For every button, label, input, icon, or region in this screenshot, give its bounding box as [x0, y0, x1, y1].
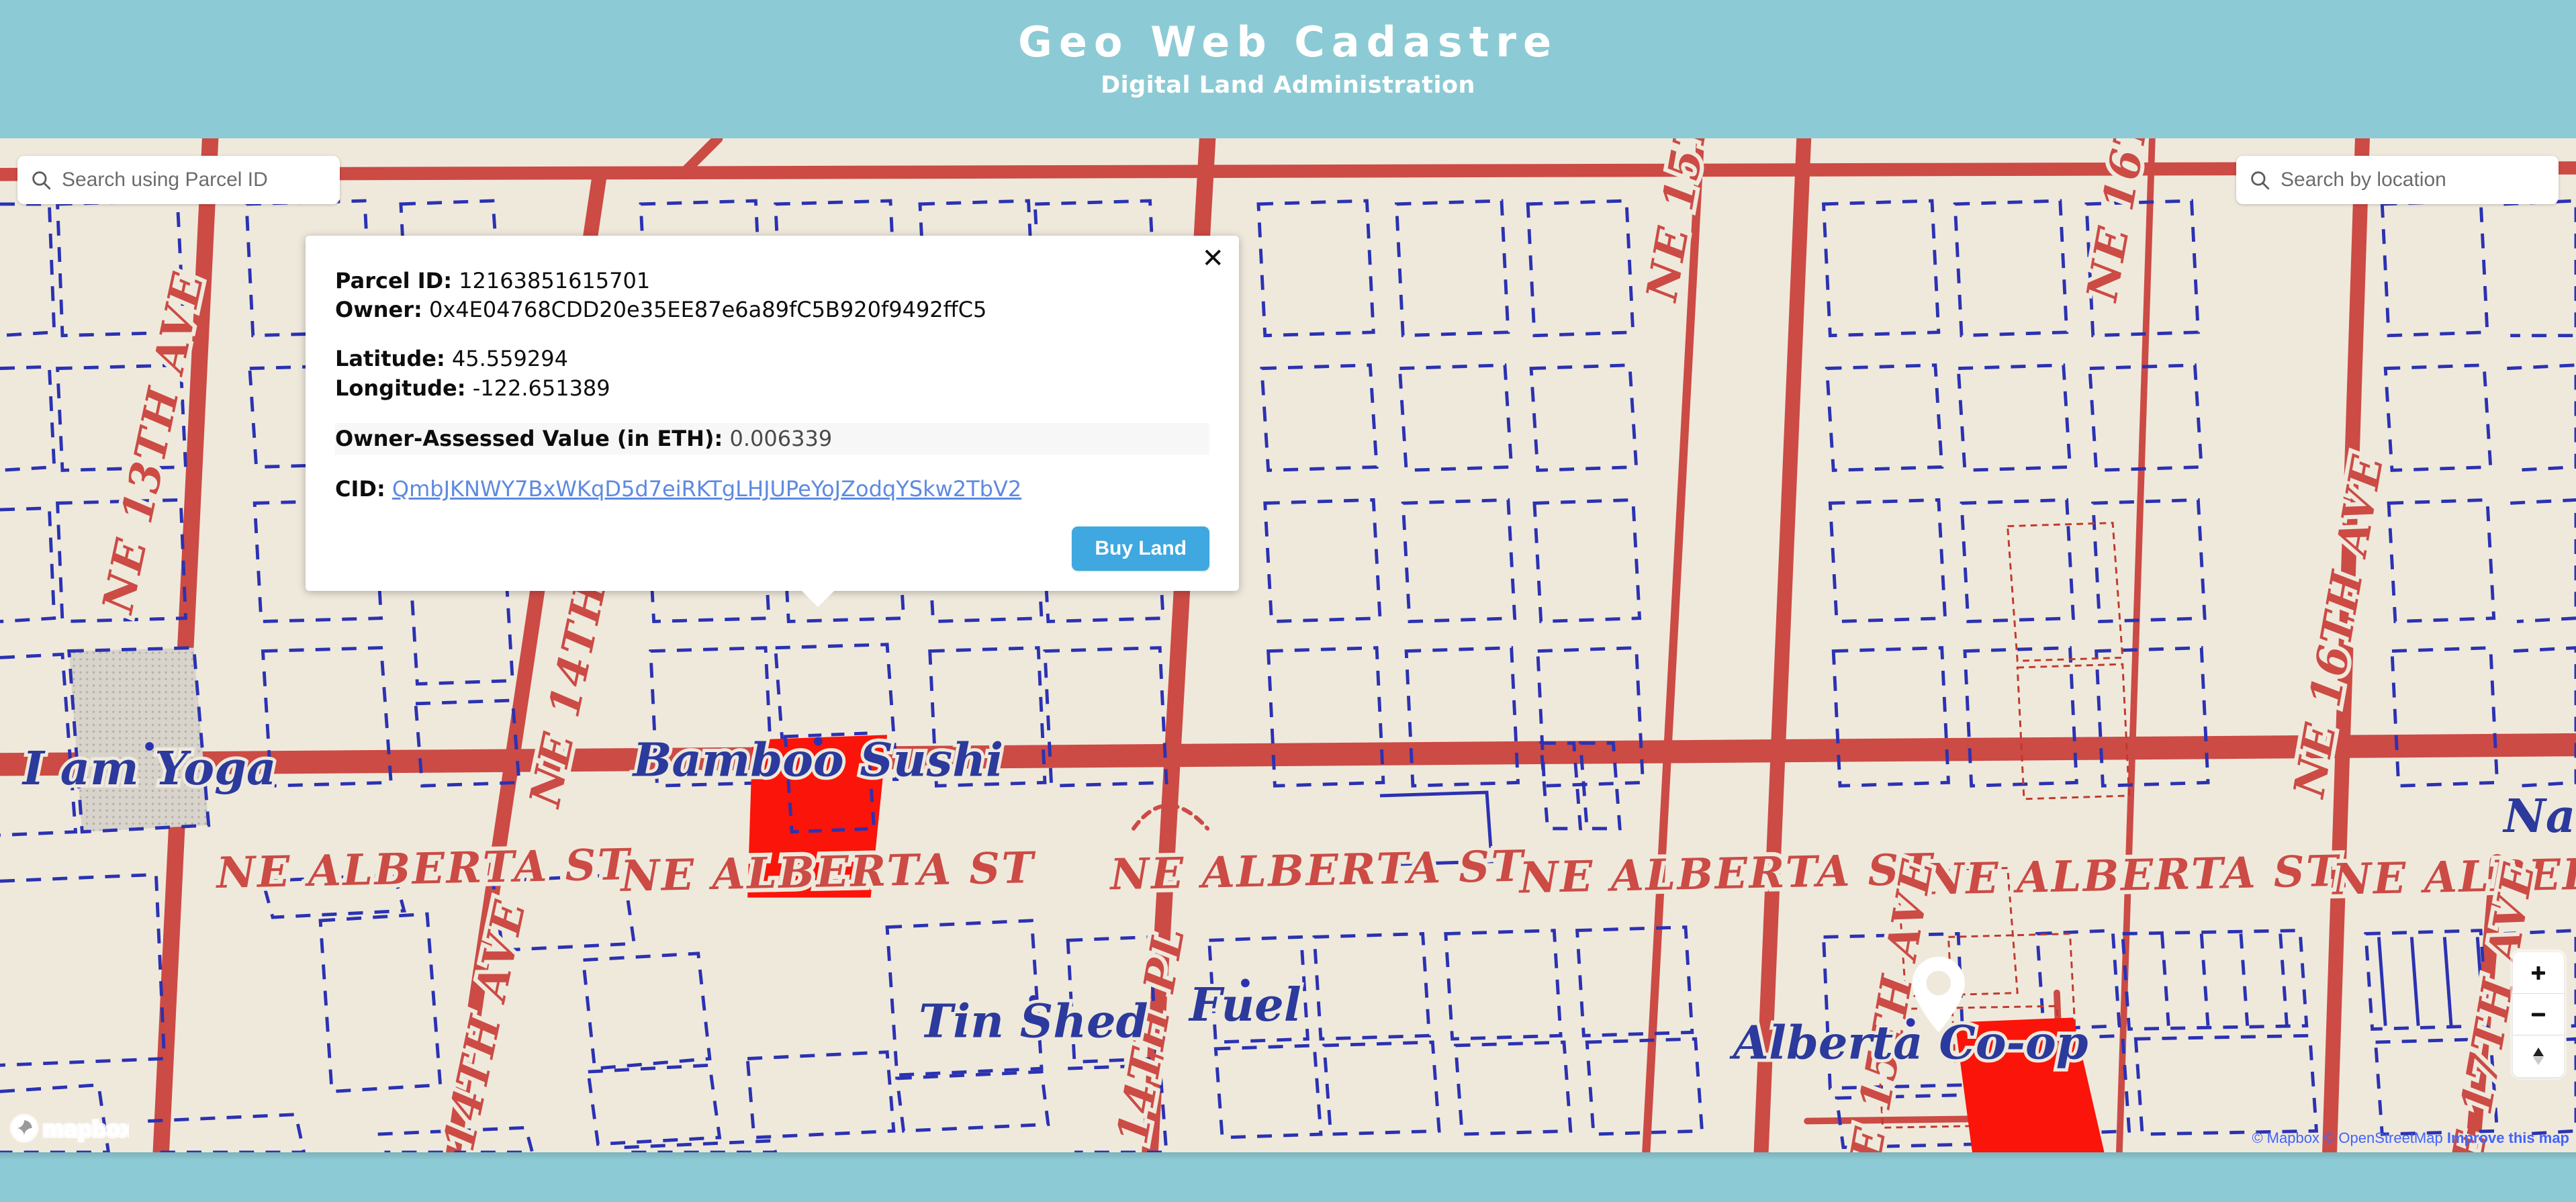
plus-icon	[2532, 966, 2545, 980]
popup-actions: Buy Land	[335, 526, 1209, 571]
latitude-row: Latitude: 45.559294	[335, 344, 1209, 373]
cid-label: CID:	[335, 475, 385, 502]
svg-text:NE ALBERTA ST: NE ALBERTA ST	[215, 839, 633, 898]
svg-text:Tin Shed: Tin Shed	[919, 995, 1148, 1049]
cid-link[interactable]: QmbJKNWY7BxWKqD5d7eiRKTgLHJUPeYoJZodqYSk…	[392, 476, 1021, 502]
svg-text:NE ALBERTA ST: NE ALBERTA ST	[1518, 844, 1936, 903]
compass-icon	[2533, 1048, 2544, 1065]
zoom-out-button[interactable]	[2513, 994, 2564, 1035]
parcel-search-box[interactable]	[17, 156, 340, 204]
assessed-value-label: Owner-Assessed Value (in ETH):	[335, 425, 723, 451]
map-controls	[2513, 952, 2564, 1077]
svg-text:Nan: Nan	[2502, 790, 2576, 843]
assessed-value-row: Owner-Assessed Value (in ETH): 0.006339	[335, 422, 1209, 455]
assessed-value-value: 0.006339	[729, 425, 833, 451]
location-search-box[interactable]	[2236, 156, 2559, 204]
svg-text:NE ALBERTA ST: NE ALBERTA ST	[619, 843, 1038, 902]
close-icon[interactable]: ✕	[1201, 245, 1224, 272]
buy-land-button[interactable]: Buy Land	[1072, 526, 1209, 571]
owner-value: 0x4E04768CDD20e35EE87e6a89fC5B920f9492ff…	[429, 297, 987, 323]
mapbox-logo-icon: mapbox mapbox	[9, 1113, 129, 1143]
latitude-value: 45.559294	[451, 346, 568, 372]
minus-icon	[2532, 1013, 2545, 1016]
longitude-value: -122.651389	[472, 375, 610, 401]
cid-row: CID: QmbJKNWY7BxWKqD5d7eiRKTgLHJUPeYoJZo…	[335, 475, 1209, 504]
longitude-label: Longitude:	[335, 375, 466, 401]
improve-map-link[interactable]: Improve this map	[2447, 1129, 2569, 1146]
page-subtitle: Digital Land Administration	[1101, 72, 1475, 99]
footer-strip	[0, 1152, 2576, 1202]
parcel-info-popup: ✕ Parcel ID: 12163851615701 Owner: 0x4E0…	[306, 236, 1239, 608]
parcel-id-label: Parcel ID:	[335, 268, 453, 293]
latitude-label: Latitude:	[335, 346, 445, 372]
app-header: Geo Web Cadastre Digital Land Administra…	[0, 0, 2576, 138]
map-container[interactable]: NE WEBSTER ST NE WEBSTER ST NE ALBERTA S…	[0, 138, 2576, 1152]
parcel-search-input[interactable]	[62, 169, 328, 191]
mapbox-logo[interactable]: mapbox mapbox	[9, 1113, 129, 1143]
compass-button[interactable]	[2513, 1035, 2564, 1077]
owner-label: Owner:	[335, 297, 422, 323]
footer-shadow	[0, 1152, 2576, 1160]
zoom-in-button[interactable]	[2513, 952, 2564, 994]
mapbox-attribution-link[interactable]: © Mapbox	[2252, 1129, 2319, 1146]
map-attribution: © Mapbox © OpenStreetMap Improve this ma…	[2252, 1129, 2569, 1147]
parcel-id-value: 12163851615701	[459, 268, 651, 293]
svg-text:Alberta Co-op: Alberta Co-op	[1729, 1016, 2088, 1070]
osm-attribution-link[interactable]: © OpenStreetMap	[2324, 1129, 2443, 1146]
svg-text:NE ALBERTA ST: NE ALBERTA ST	[1109, 841, 1527, 900]
svg-text:NE ALBERTA ST: NE ALBERTA ST	[1923, 846, 2342, 905]
svg-text:I am Yoga: I am Yoga	[21, 742, 276, 796]
search-icon	[2251, 171, 2270, 190]
parcel-id-row: Parcel ID: 12163851615701	[335, 267, 1209, 295]
svg-text:Fuel: Fuel	[1188, 978, 1301, 1032]
page-title: Geo Web Cadastre	[1017, 17, 1559, 66]
svg-text:Bamboo Sushi: Bamboo Sushi	[632, 734, 1003, 788]
owner-row: Owner: 0x4E04768CDD20e35EE87e6a89fC5B920…	[335, 295, 1209, 324]
svg-text:mapbox: mapbox	[43, 1118, 129, 1142]
location-search-input[interactable]	[2281, 169, 2546, 191]
search-icon	[32, 171, 51, 190]
longitude-row: Longitude: -122.651389	[335, 374, 1209, 403]
